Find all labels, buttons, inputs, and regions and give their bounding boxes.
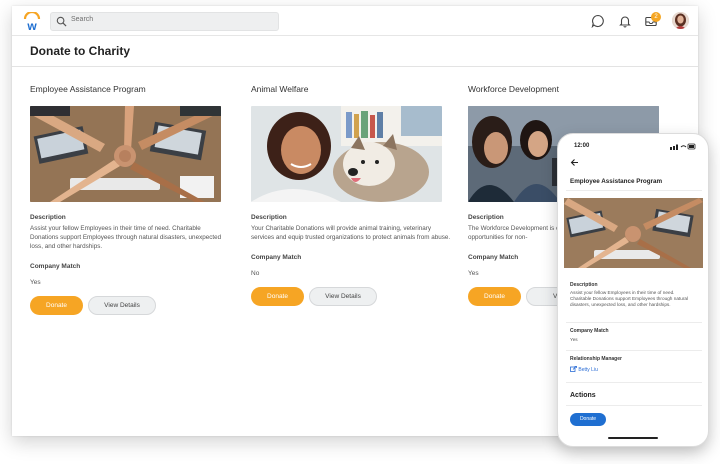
- divider: [566, 405, 702, 406]
- workday-logo-icon[interactable]: w: [23, 12, 41, 32]
- mobile-preview: 12:00 Employee Assistance Program Descri…: [557, 133, 709, 447]
- woman-with-dog-image: [251, 106, 442, 202]
- actions-heading: Actions: [570, 392, 596, 399]
- avatar[interactable]: [672, 12, 689, 29]
- description-text: Assist your fellow Employees in their ti…: [30, 225, 222, 250]
- notification-badge: 2: [651, 12, 661, 22]
- teamwork-hands-image: [564, 198, 703, 268]
- donate-button[interactable]: Donate: [468, 287, 521, 306]
- view-details-button[interactable]: View Details: [309, 287, 377, 306]
- card-title: Animal Welfare: [251, 84, 309, 94]
- company-match-value: No: [251, 270, 260, 277]
- teamwork-hands-image: [30, 106, 221, 202]
- donate-button[interactable]: Donate: [30, 296, 83, 315]
- divider: [566, 190, 702, 191]
- divider: [566, 322, 702, 323]
- relationship-manager-label: Relationship Manager: [570, 356, 622, 362]
- company-match-value: Yes: [30, 279, 41, 286]
- home-indicator: [608, 437, 658, 439]
- divider: [566, 382, 702, 383]
- description-label: Description: [30, 214, 66, 221]
- card-actions: Donate View Details: [251, 287, 451, 307]
- card-title: Employee Assistance Program: [30, 84, 146, 94]
- chat-icon[interactable]: [591, 14, 605, 28]
- card-actions: Donate View Details: [30, 296, 230, 316]
- relationship-manager-link[interactable]: Betty Liu: [570, 365, 598, 373]
- search-icon: [56, 16, 67, 27]
- top-bar: w Search 2: [12, 6, 698, 36]
- mobile-donate-button[interactable]: Donate: [570, 413, 606, 426]
- external-link-icon: [570, 365, 577, 372]
- description-label: Description: [570, 282, 598, 288]
- search-input[interactable]: Search: [50, 12, 279, 31]
- view-details-button[interactable]: View Details: [88, 296, 156, 315]
- divider: [12, 66, 698, 67]
- mobile-page-title: Employee Assistance Program: [570, 178, 663, 185]
- bell-icon[interactable]: [618, 14, 632, 28]
- charity-card-employee-assistance: Employee Assistance Program Description …: [30, 84, 230, 316]
- manager-name: Betty Liu: [578, 367, 598, 373]
- charity-card-animal-welfare: Animal Welfare Description Your Charitab…: [251, 84, 451, 307]
- status-time: 12:00: [574, 143, 590, 149]
- description-text: Assist your fellow Employees in their ti…: [570, 290, 689, 308]
- divider: [566, 350, 702, 351]
- description-label: Description: [251, 214, 287, 221]
- page-title: Donate to Charity: [30, 44, 131, 58]
- signal-battery-icon: [670, 143, 696, 150]
- svg-text:w: w: [26, 19, 37, 32]
- card-title: Workforce Development: [468, 84, 560, 94]
- donate-button[interactable]: Donate: [251, 287, 304, 306]
- company-match-value: Yes: [570, 337, 578, 342]
- company-match-label: Company Match: [570, 328, 609, 334]
- company-match-label: Company Match: [251, 254, 302, 261]
- search-placeholder: Search: [71, 16, 94, 23]
- back-arrow-icon[interactable]: [570, 158, 579, 167]
- description-text: Your Charitable Donations will provide a…: [251, 225, 451, 241]
- company-match-label: Company Match: [30, 263, 81, 270]
